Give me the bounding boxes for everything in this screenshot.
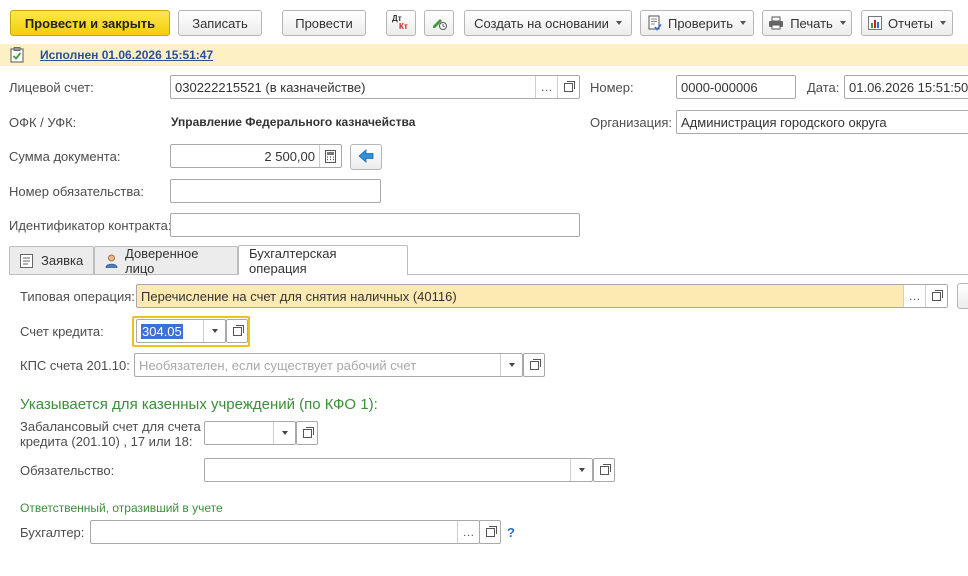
offbalance-label-line2: кредита (201.10) , 17 или 18: bbox=[20, 434, 193, 449]
edit-journal-button[interactable] bbox=[424, 10, 454, 36]
create-based-on-button[interactable]: Создать на основании bbox=[464, 10, 632, 36]
obligation-number-field[interactable] bbox=[170, 179, 381, 203]
account-value: 030222215521 (в казначействе) bbox=[175, 79, 366, 95]
print-label: Печать bbox=[790, 15, 833, 31]
clipboard-check-icon bbox=[10, 47, 24, 66]
select-button[interactable]: … bbox=[457, 521, 479, 543]
chevron-down-icon[interactable] bbox=[500, 354, 522, 376]
chevron-down-icon bbox=[615, 21, 622, 25]
open-icon bbox=[485, 525, 497, 537]
chevron-down-icon[interactable] bbox=[203, 320, 225, 342]
pencil-clock-icon bbox=[431, 14, 447, 33]
chevron-down-icon bbox=[839, 21, 846, 25]
obligation-label: Обязательство: bbox=[20, 463, 115, 478]
date-field[interactable]: 01.06.2026 15:51:50 bbox=[844, 75, 968, 99]
dt-kt-icon: Дт Кт bbox=[392, 14, 410, 31]
open-icon[interactable] bbox=[925, 285, 947, 307]
tab-request-label: Заявка bbox=[41, 253, 84, 268]
offbalance-label-line1: Забалансовый счет для счета bbox=[20, 419, 201, 434]
save-button[interactable]: Записать bbox=[178, 10, 262, 36]
create-based-on-label: Создать на основании bbox=[474, 15, 609, 31]
open-icon bbox=[599, 463, 611, 475]
organization-label: Организация: bbox=[590, 115, 673, 130]
check-label: Проверить bbox=[667, 15, 733, 31]
offbalance-field[interactable] bbox=[204, 421, 296, 445]
tab-trusted-person-label: Доверенное лицо bbox=[125, 245, 199, 276]
organization-field[interactable]: Администрация городского округа bbox=[676, 110, 968, 134]
number-value: 0000-000006 bbox=[681, 79, 758, 95]
dt-kt-button[interactable]: Дт Кт bbox=[386, 10, 416, 36]
obligation-open-button[interactable] bbox=[593, 458, 615, 482]
fill-sum-button[interactable] bbox=[350, 144, 382, 170]
help-link[interactable]: ? bbox=[507, 525, 515, 540]
kps-label: КПС счета 201.10: bbox=[20, 358, 130, 373]
chevron-down-icon bbox=[939, 21, 946, 25]
accountant-label: Бухгалтер: bbox=[20, 525, 85, 540]
obligation-field[interactable] bbox=[204, 458, 593, 482]
sum-value: 2 500,00 bbox=[264, 148, 315, 164]
open-icon bbox=[302, 426, 314, 438]
ofk-value: Управление Федерального казначейства bbox=[171, 115, 416, 129]
number-label: Номер: bbox=[590, 80, 634, 95]
check-button[interactable]: Проверить bbox=[640, 10, 754, 36]
credit-account-open-button[interactable] bbox=[226, 319, 248, 343]
tab-accounting-operation-label: Бухгалтерская операция bbox=[249, 245, 337, 276]
tab-accounting-operation[interactable]: Бухгалтерская операция bbox=[238, 245, 408, 276]
save-label: Записать bbox=[192, 15, 248, 31]
typical-operation-label: Типовая операция: bbox=[20, 289, 135, 304]
printer-icon bbox=[768, 16, 784, 30]
ofk-label: ОФК / УФК: bbox=[9, 115, 77, 130]
post-button[interactable]: Провести bbox=[282, 10, 366, 36]
contract-id-label: Идентификатор контракта: bbox=[9, 218, 172, 233]
kps-field[interactable]: Необязателен, если существует рабочий сч… bbox=[134, 353, 523, 377]
credit-account-value: 304.05 bbox=[141, 323, 183, 339]
obligation-number-label: Номер обязательства: bbox=[9, 184, 144, 199]
chevron-down-icon[interactable] bbox=[570, 459, 592, 481]
kt-text: Кт bbox=[399, 22, 408, 31]
document-check-icon bbox=[648, 15, 662, 31]
sum-label: Сумма документа: bbox=[9, 149, 121, 164]
open-icon[interactable] bbox=[557, 76, 579, 98]
print-button[interactable]: Печать bbox=[762, 10, 852, 36]
reports-button[interactable]: Отчеты bbox=[861, 10, 953, 36]
post-and-close-button[interactable]: Провести и закрыть bbox=[10, 10, 170, 36]
post-and-close-label: Провести и закрыть bbox=[24, 15, 156, 31]
date-label: Дата: bbox=[807, 80, 840, 95]
organization-value: Администрация городского округа bbox=[681, 114, 887, 130]
bar-chart-icon bbox=[868, 16, 883, 30]
select-button[interactable]: … bbox=[903, 285, 925, 307]
accountant-open-button[interactable] bbox=[479, 520, 501, 544]
number-field[interactable]: 0000-000006 bbox=[676, 75, 796, 99]
reports-label: Отчеты bbox=[888, 15, 933, 31]
arrow-left-icon bbox=[358, 148, 374, 166]
responsible-heading: Ответственный, отразивший в учете bbox=[20, 501, 223, 515]
account-label: Лицевой счет: bbox=[9, 80, 94, 95]
offbalance-open-button[interactable] bbox=[296, 421, 318, 445]
date-value: 01.06.2026 15:51:50 bbox=[849, 79, 968, 95]
kazennye-section-heading: Указывается для казенных учреждений (по … bbox=[20, 396, 378, 413]
open-icon bbox=[232, 324, 244, 336]
contract-id-field[interactable] bbox=[170, 213, 580, 237]
person-icon bbox=[105, 254, 118, 268]
tab-request[interactable]: Заявка bbox=[9, 246, 94, 274]
kps-open-button[interactable] bbox=[523, 353, 545, 377]
credit-account-field[interactable]: 304.05 bbox=[136, 319, 226, 343]
extra-button[interactable] bbox=[957, 283, 968, 309]
document-icon bbox=[20, 253, 33, 268]
status-link[interactable]: Исполнен 01.06.2026 15:51:47 bbox=[40, 48, 213, 62]
kps-placeholder: Необязателен, если существует рабочий сч… bbox=[139, 357, 417, 373]
chevron-down-icon[interactable] bbox=[273, 422, 295, 444]
open-icon bbox=[529, 358, 541, 370]
tab-trusted-person[interactable]: Доверенное лицо bbox=[94, 245, 238, 276]
post-label: Провести bbox=[295, 15, 353, 31]
chevron-down-icon bbox=[740, 21, 746, 25]
sum-field[interactable]: 2 500,00 bbox=[170, 144, 342, 168]
account-field[interactable]: 030222215521 (в казначействе) … bbox=[170, 75, 580, 99]
accountant-field[interactable]: … bbox=[90, 520, 480, 544]
calculator-icon[interactable] bbox=[319, 145, 341, 167]
credit-account-label: Счет кредита: bbox=[20, 324, 104, 339]
typical-operation-field[interactable]: Перечисление на счет для снятия наличных… bbox=[136, 284, 948, 308]
typical-operation-value: Перечисление на счет для снятия наличных… bbox=[141, 288, 457, 304]
select-button[interactable]: … bbox=[535, 76, 557, 98]
